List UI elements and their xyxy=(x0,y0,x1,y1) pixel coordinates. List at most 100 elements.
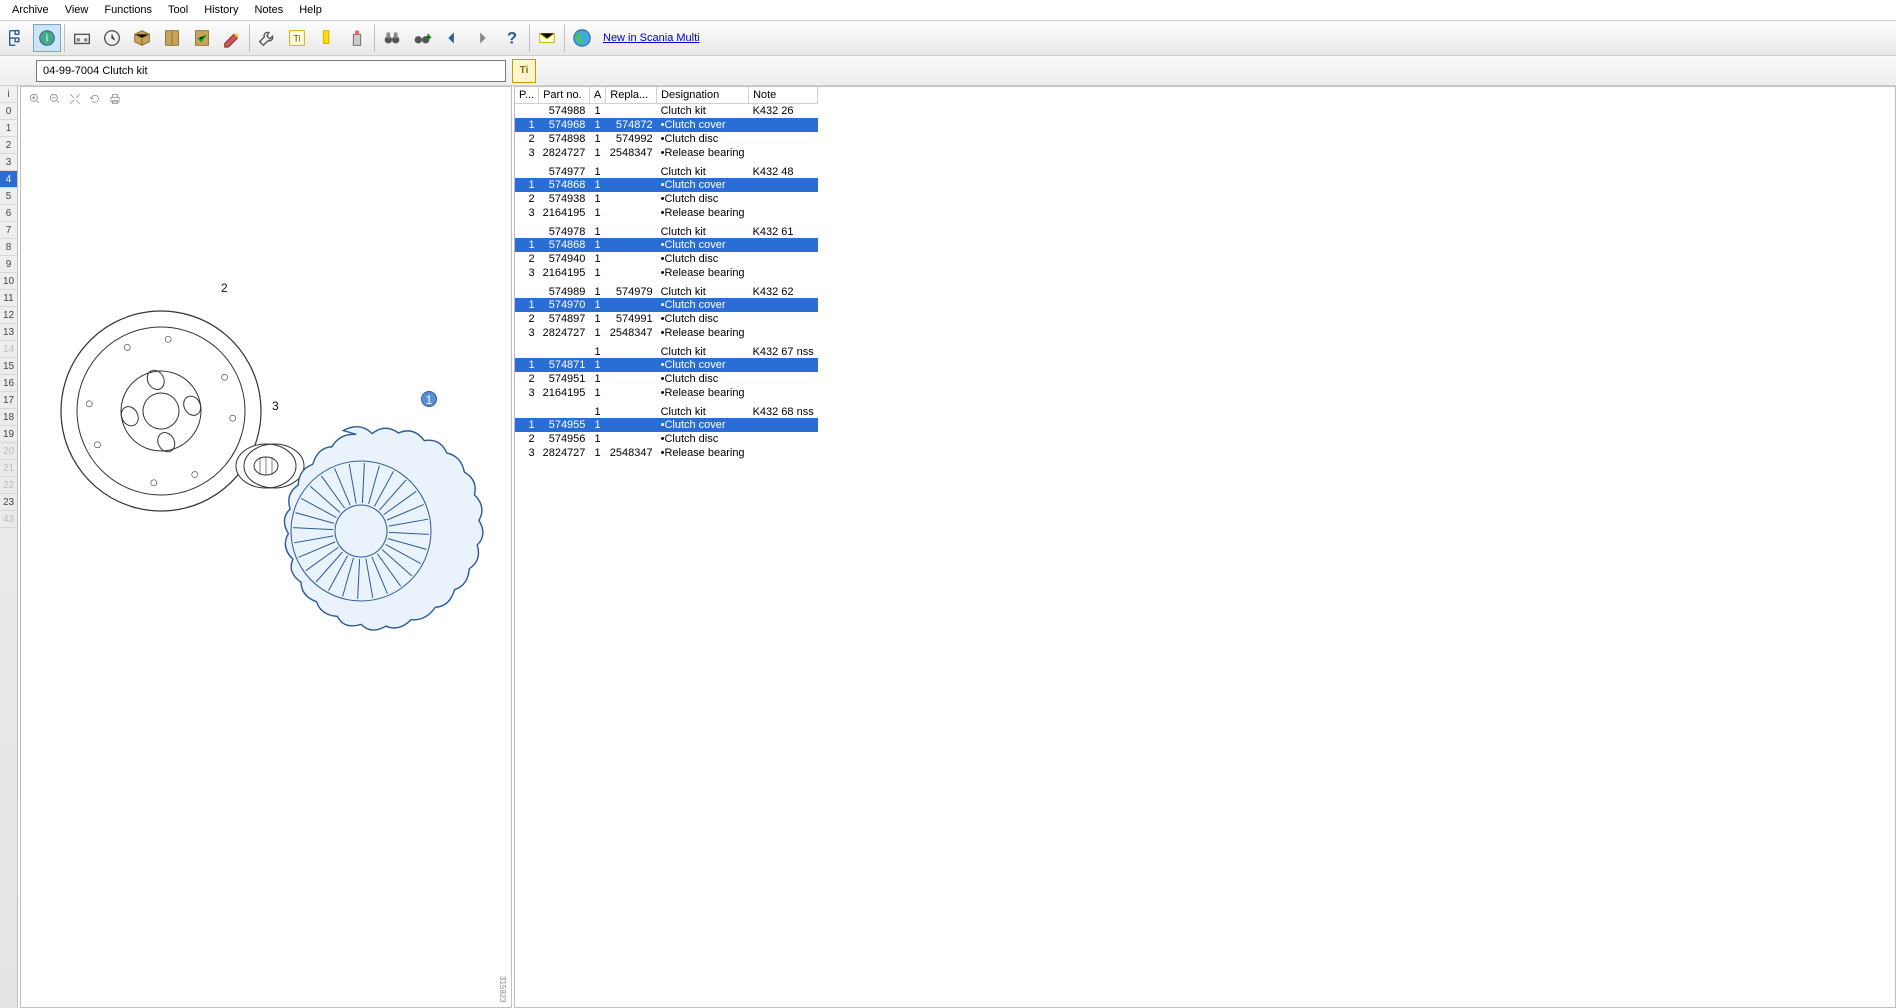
highlight-icon[interactable] xyxy=(313,24,341,52)
menu-functions[interactable]: Functions xyxy=(96,2,160,18)
table-row[interactable]: 3282472712548347•Release bearing xyxy=(515,446,818,460)
col-replace[interactable]: Repla... xyxy=(606,87,657,104)
mail-icon[interactable] xyxy=(533,24,561,52)
machine-icon[interactable] xyxy=(68,24,96,52)
col-p[interactable]: P... xyxy=(515,87,539,104)
ruler-row[interactable]: i xyxy=(0,86,17,103)
col-partno[interactable]: Part no. xyxy=(539,87,590,104)
table-row[interactable]: 25749381•Clutch disc xyxy=(515,192,818,206)
print-icon[interactable] xyxy=(107,91,123,107)
ruler-row[interactable]: 19 xyxy=(0,426,17,443)
ruler-row[interactable]: 17 xyxy=(0,392,17,409)
table-row[interactable]: 15748711•Clutch cover xyxy=(515,358,818,372)
callout-2: 2 xyxy=(221,281,228,295)
ruler-row[interactable]: 12 xyxy=(0,307,17,324)
menu-history[interactable]: History xyxy=(196,2,246,18)
table-panel: P... Part no. A Repla... Designation Not… xyxy=(514,86,1896,1008)
ruler-row[interactable]: 15 xyxy=(0,358,17,375)
menu-help[interactable]: Help xyxy=(291,2,330,18)
box-icon[interactable] xyxy=(128,24,156,52)
table-row[interactable]: 15748681•Clutch cover xyxy=(515,238,818,252)
ti-icon[interactable]: Ti xyxy=(283,24,311,52)
table-row[interactable]: 25748981574992•Clutch disc xyxy=(515,132,818,146)
edit-icon[interactable] xyxy=(218,24,246,52)
ruler-row[interactable]: 9 xyxy=(0,256,17,273)
menu-tool[interactable]: Tool xyxy=(160,2,196,18)
table-row[interactable]: 15749681574872•Clutch cover xyxy=(515,118,818,132)
col-a[interactable]: A xyxy=(589,87,605,104)
binoculars-icon[interactable] xyxy=(378,24,406,52)
table-row[interactable]: 5749881Clutch kitK432 26 xyxy=(515,104,818,118)
zoom-in-icon[interactable] xyxy=(27,91,43,107)
col-note[interactable]: Note xyxy=(749,87,818,104)
fit-icon[interactable] xyxy=(67,91,83,107)
table-row[interactable]: 15748681•Clutch cover xyxy=(515,178,818,192)
table-row[interactable]: 321641951•Release bearing xyxy=(515,206,818,220)
clock-icon[interactable] xyxy=(98,24,126,52)
table-row[interactable]: 15749701•Clutch cover xyxy=(515,298,818,312)
table-row[interactable]: 5749891574979Clutch kitK432 62 xyxy=(515,280,818,298)
table-row[interactable]: 25749511•Clutch disc xyxy=(515,372,818,386)
find-next-icon[interactable] xyxy=(408,24,436,52)
search-input[interactable] xyxy=(36,60,506,82)
table-row[interactable]: 1Clutch kitK432 68 nss xyxy=(515,400,818,418)
ruler-row[interactable]: 43 xyxy=(0,511,17,528)
forward-arrow-icon[interactable] xyxy=(468,24,496,52)
table-row[interactable]: 3282472712548347•Release bearing xyxy=(515,146,818,160)
table-row[interactable]: 321641951•Release bearing xyxy=(515,386,818,400)
ruler-row[interactable]: 13 xyxy=(0,324,17,341)
row-ruler[interactable]: i012345678910111213141516171819202122234… xyxy=(0,86,18,1008)
ruler-row[interactable]: 2 xyxy=(0,137,17,154)
ruler-row[interactable]: 20 xyxy=(0,443,17,460)
table-row[interactable]: 5749781Clutch kitK432 61 xyxy=(515,220,818,238)
refresh-icon[interactable] xyxy=(87,91,103,107)
ruler-row[interactable]: 11 xyxy=(0,290,17,307)
menu-archive[interactable]: Archive xyxy=(4,2,57,18)
book-icon[interactable] xyxy=(158,24,186,52)
ruler-row[interactable]: 5 xyxy=(0,188,17,205)
ruler-row[interactable]: 7 xyxy=(0,222,17,239)
ruler-row[interactable]: 16 xyxy=(0,375,17,392)
table-row[interactable]: 1Clutch kitK432 67 nss xyxy=(515,340,818,358)
table-row[interactable]: 5749771Clutch kitK432 48 xyxy=(515,160,818,178)
ruler-row[interactable]: 10 xyxy=(0,273,17,290)
callout-3: 3 xyxy=(272,399,279,413)
help-icon[interactable]: ? xyxy=(498,24,526,52)
table-row[interactable]: 25749561•Clutch disc xyxy=(515,432,818,446)
back-arrow-icon[interactable] xyxy=(438,24,466,52)
new-link[interactable]: New in Scania Multi xyxy=(603,32,700,44)
spray-icon[interactable] xyxy=(343,24,371,52)
table-row[interactable]: 25748971574991•Clutch disc xyxy=(515,312,818,326)
col-designation[interactable]: Designation xyxy=(657,87,749,104)
table-header[interactable]: P... Part no. A Repla... Designation Not… xyxy=(515,87,818,104)
globe-icon[interactable] xyxy=(568,24,596,52)
ruler-row[interactable]: 0 xyxy=(0,103,17,120)
ruler-row[interactable]: 1 xyxy=(0,120,17,137)
ruler-row[interactable]: 8 xyxy=(0,239,17,256)
svg-text:i: i xyxy=(46,33,48,45)
tree-icon[interactable] xyxy=(3,24,31,52)
table-row[interactable]: 3282472712548347•Release bearing xyxy=(515,326,818,340)
menu-view[interactable]: View xyxy=(57,2,97,18)
ruler-row[interactable]: 6 xyxy=(0,205,17,222)
menu-notes[interactable]: Notes xyxy=(246,2,291,18)
ruler-row[interactable]: 4 xyxy=(0,171,17,188)
ruler-row[interactable]: 21 xyxy=(0,460,17,477)
parts-table[interactable]: P... Part no. A Repla... Designation Not… xyxy=(515,87,818,460)
ruler-row[interactable]: 3 xyxy=(0,154,17,171)
wrench-icon[interactable] xyxy=(253,24,281,52)
gear-info-icon[interactable]: i xyxy=(33,24,61,52)
table-row[interactable]: 321641951•Release bearing xyxy=(515,266,818,280)
menu-bar: Archive View Functions Tool History Note… xyxy=(0,0,1896,20)
ti-button[interactable]: Ti xyxy=(512,59,536,83)
book-check-icon[interactable] xyxy=(188,24,216,52)
diagram-body: 2 3 1 315923 xyxy=(21,111,511,1007)
ruler-row[interactable]: 22 xyxy=(0,477,17,494)
zoom-out-icon[interactable] xyxy=(47,91,63,107)
ruler-row[interactable]: 18 xyxy=(0,409,17,426)
table-row[interactable]: 15749551•Clutch cover xyxy=(515,418,818,432)
main-area: i012345678910111213141516171819202122234… xyxy=(0,86,1896,1008)
ruler-row[interactable]: 23 xyxy=(0,494,17,511)
table-row[interactable]: 25749401•Clutch disc xyxy=(515,252,818,266)
ruler-row[interactable]: 14 xyxy=(0,341,17,358)
